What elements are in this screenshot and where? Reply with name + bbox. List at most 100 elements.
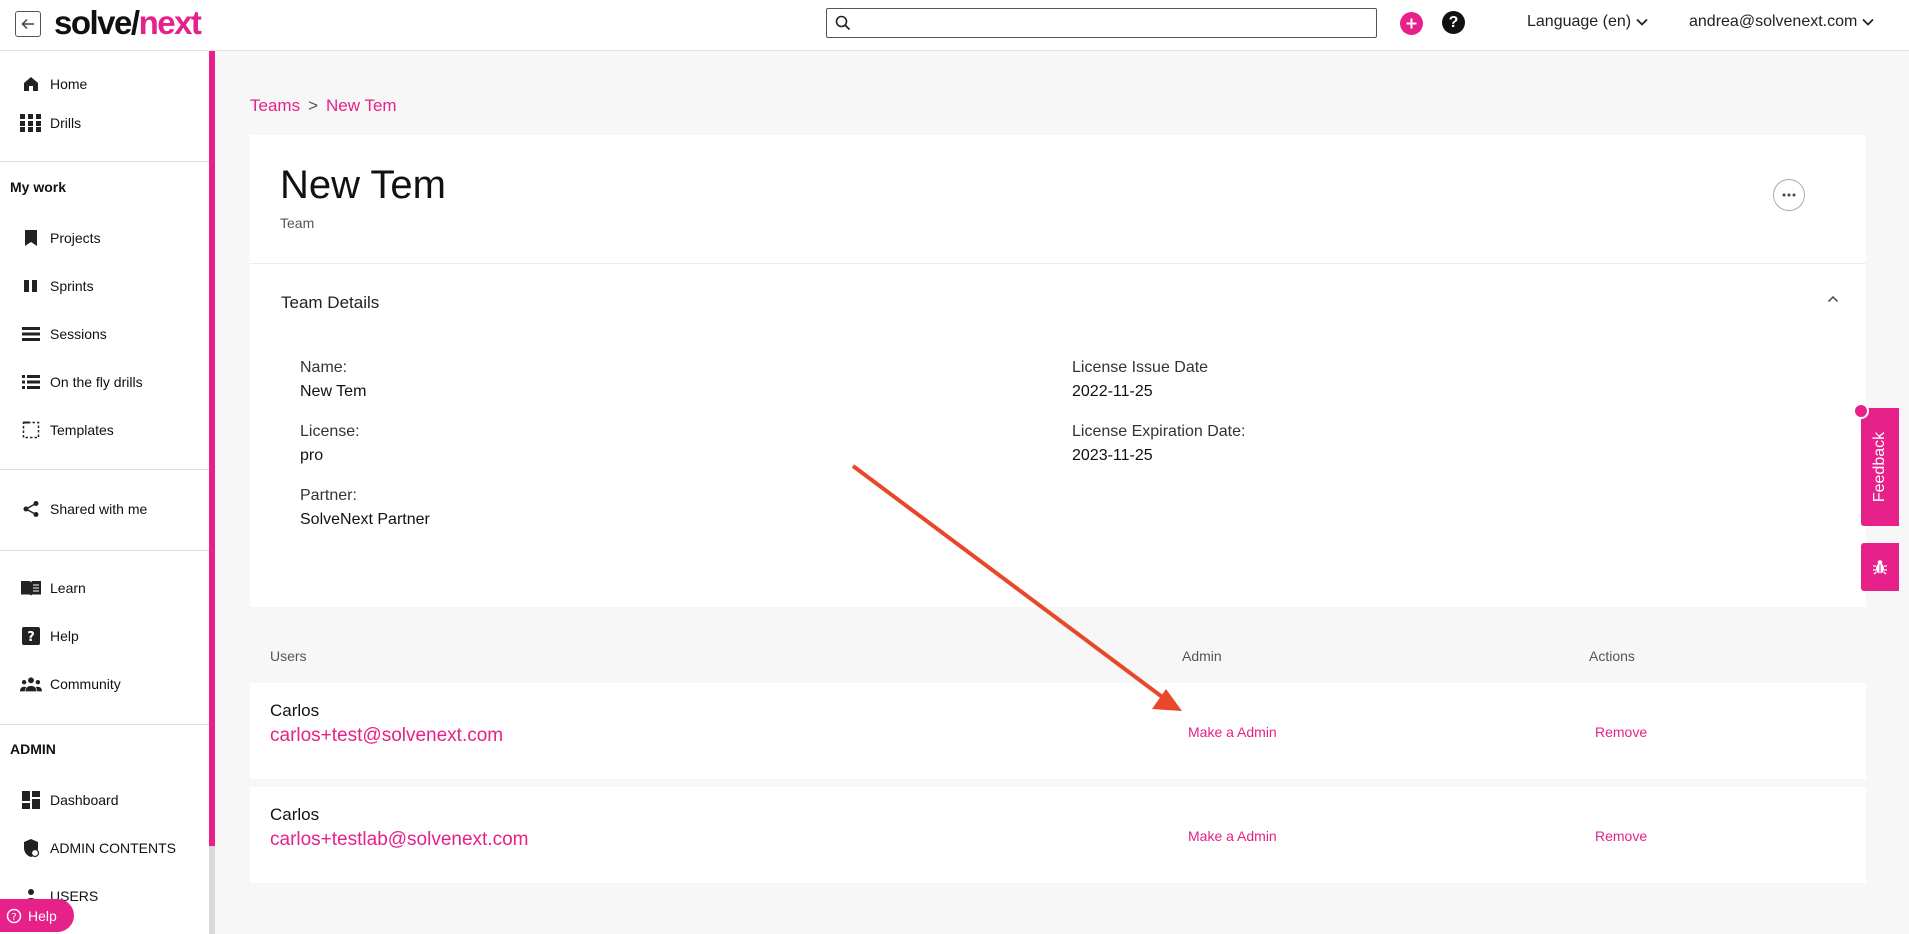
sidebar-item-label: Dashboard	[50, 792, 119, 808]
sidebar-item-label: Community	[50, 676, 121, 692]
sidebar-item-admin-contents[interactable]: ADMIN CONTENTS	[20, 837, 176, 859]
user-name: Carlos	[270, 701, 320, 720]
bookmark-icon	[20, 227, 42, 249]
chevron-down-icon	[1636, 18, 1648, 26]
sidebar-item-label: On the fly drills	[50, 374, 143, 390]
sidebar-divider	[0, 550, 209, 551]
top-bar: solve/next ? Language (en) andrea@solven…	[0, 0, 1909, 51]
column-header-admin: Admin	[1182, 648, 1222, 664]
section-title-my-work: My work	[10, 179, 67, 195]
sidebar-item-templates[interactable]: Templates	[20, 419, 114, 441]
sidebar-item-drills[interactable]: Drills	[20, 112, 81, 134]
name-value: New Tem	[300, 383, 367, 400]
chevron-down-icon	[1862, 18, 1874, 26]
sidebar-item-label: Templates	[50, 422, 114, 438]
table-row: Carlos carlos+test@solvenext.com Make a …	[250, 683, 1866, 779]
user-email-link[interactable]: carlos+testlab@solvenext.com	[270, 829, 529, 851]
list-detail-icon	[20, 371, 42, 393]
team-details-header[interactable]: Team Details	[281, 293, 379, 313]
sidebar-item-help[interactable]: ? Help	[20, 625, 79, 647]
sidebar-item-community[interactable]: Community	[20, 673, 121, 695]
people-icon	[20, 673, 42, 695]
license-value: pro	[300, 447, 324, 464]
card-divider	[250, 263, 1866, 264]
user-email: andrea@solvenext.com	[1689, 13, 1858, 30]
feedback-tab[interactable]: Feedback	[1861, 408, 1899, 526]
search-icon	[835, 15, 851, 31]
remove-button[interactable]: Remove	[1595, 828, 1647, 844]
remove-button[interactable]: Remove	[1595, 724, 1647, 740]
bug-icon	[1873, 560, 1887, 575]
list-icon	[20, 323, 42, 345]
feedback-close-icon[interactable]	[1853, 403, 1869, 419]
language-dropdown[interactable]: Language (en)	[1527, 13, 1649, 31]
more-horizontal-icon	[1782, 193, 1796, 197]
add-button[interactable]	[1400, 12, 1423, 35]
help-circle-icon: ?	[6, 908, 22, 923]
sidebar-scrollbar[interactable]	[209, 846, 215, 934]
column-header-actions: Actions	[1589, 648, 1635, 664]
breadcrumb-teams[interactable]: Teams	[250, 96, 300, 116]
table-row: Carlos carlos+testlab@solvenext.com Make…	[250, 787, 1866, 883]
breadcrumb-separator: >	[308, 96, 319, 115]
sidebar-item-label: Drills	[50, 115, 82, 131]
user-name: Carlos	[270, 805, 320, 824]
license-issue-label: License Issue Date	[1072, 359, 1209, 376]
sidebar-item-label: Home	[50, 76, 88, 92]
make-admin-button[interactable]: Make a Admin	[1188, 724, 1277, 740]
back-button[interactable]	[15, 11, 41, 37]
help-button[interactable]: ? Help	[0, 899, 74, 932]
sidebar: Home Drills My work Projects Sprints Ses…	[0, 51, 210, 934]
bug-report-button[interactable]	[1861, 543, 1899, 591]
more-options-button[interactable]	[1773, 179, 1805, 211]
sidebar-item-label: Sessions	[50, 326, 107, 342]
partner-value: SolveNext Partner	[300, 511, 430, 528]
sidebar-item-label: Projects	[50, 230, 101, 246]
sidebar-item-dashboard[interactable]: Dashboard	[20, 789, 119, 811]
language-label: Language (en)	[1527, 13, 1632, 30]
page-subtitle: Team	[280, 215, 315, 231]
sidebar-divider	[0, 469, 209, 470]
column-header-users: Users	[270, 648, 307, 664]
svg-text:?: ?	[27, 630, 35, 645]
sidebar-item-label: ADMIN CONTENTS	[50, 840, 176, 856]
sidebar-divider	[0, 161, 209, 162]
svg-text:?: ?	[11, 912, 16, 923]
partner-label: Partner:	[300, 487, 357, 504]
sidebar-item-projects[interactable]: Projects	[20, 227, 101, 249]
help-icon[interactable]: ?	[1442, 11, 1465, 34]
license-label: License:	[300, 423, 360, 440]
sidebar-accent-bar	[209, 51, 215, 846]
feedback-label: Feedback	[1871, 431, 1888, 503]
sidebar-item-sessions[interactable]: Sessions	[20, 323, 107, 345]
home-icon	[20, 73, 42, 95]
license-issue-value: 2022-11-25	[1072, 383, 1153, 400]
sidebar-divider	[0, 724, 209, 725]
section-title-admin: ADMIN	[10, 741, 56, 757]
license-expiration-label: License Expiration Date:	[1072, 423, 1246, 440]
sidebar-item-learn[interactable]: Learn	[20, 577, 86, 599]
breadcrumb-current[interactable]: New Tem	[326, 96, 397, 116]
name-label: Name:	[300, 359, 348, 376]
sidebar-item-home[interactable]: Home	[20, 73, 87, 95]
sidebar-item-sprints[interactable]: Sprints	[20, 275, 94, 297]
sidebar-item-label: Shared with me	[50, 501, 148, 517]
sidebar-item-label: Sprints	[50, 278, 94, 294]
sidebar-item-on-the-fly-drills[interactable]: On the fly drills	[20, 371, 143, 393]
user-menu[interactable]: andrea@solvenext.com	[1689, 13, 1875, 31]
license-expiration-value: 2023-11-25	[1072, 447, 1153, 464]
sidebar-item-shared-with-me[interactable]: Shared with me	[20, 498, 147, 520]
book-icon	[20, 577, 42, 599]
template-icon	[20, 419, 42, 441]
app-logo[interactable]: solve/next	[54, 3, 202, 43]
shield-icon	[20, 837, 42, 859]
sidebar-item-label: Help	[50, 628, 79, 644]
grid-icon	[20, 112, 42, 134]
chevron-up-icon[interactable]	[1827, 295, 1839, 303]
make-admin-button[interactable]: Make a Admin	[1188, 828, 1277, 844]
user-email-link[interactable]: carlos+test@solvenext.com	[270, 725, 503, 747]
columns-icon	[20, 275, 42, 297]
search-input[interactable]	[826, 8, 1377, 38]
sidebar-item-label: Learn	[50, 580, 86, 596]
share-icon	[20, 498, 42, 520]
